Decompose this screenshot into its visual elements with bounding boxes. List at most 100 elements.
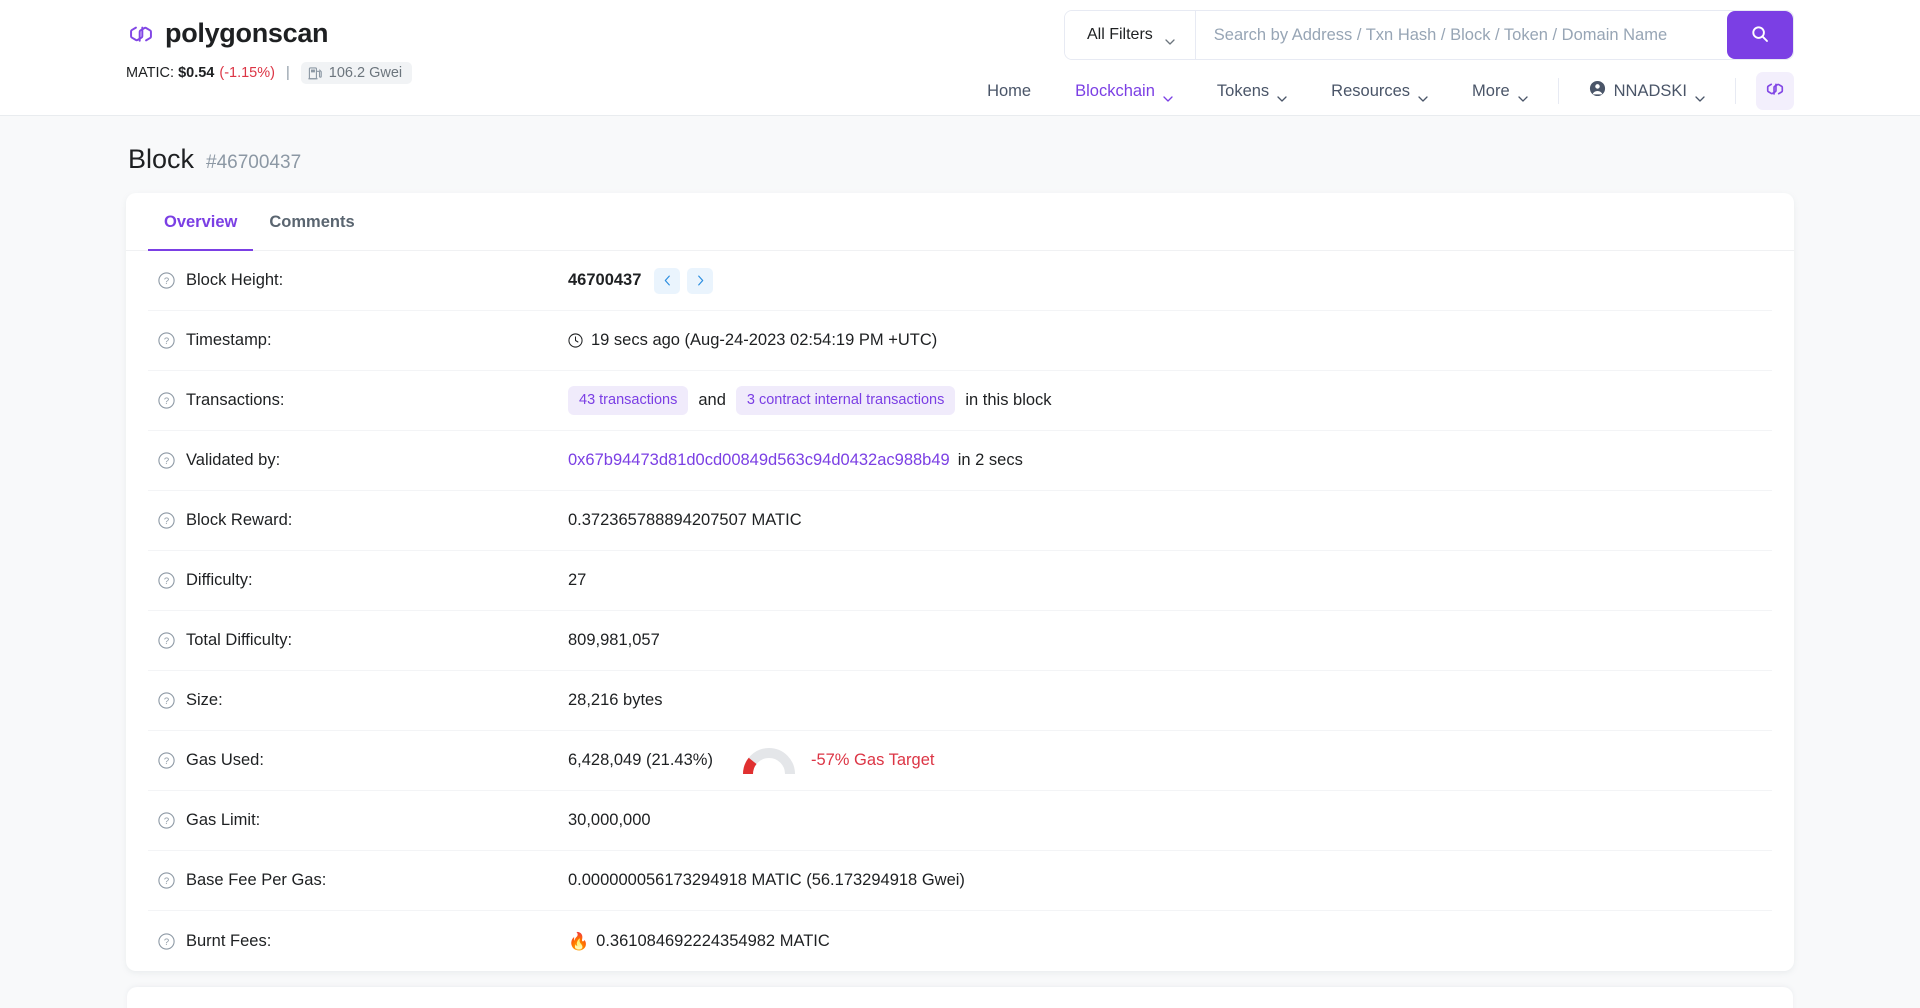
svg-text:?: ? <box>164 336 169 347</box>
row-label: ? Timestamp: <box>148 331 568 350</box>
row-label-text: Size: <box>186 691 223 710</box>
gauge-icon <box>743 746 795 776</box>
help-circle-icon[interactable]: ? <box>158 332 175 349</box>
row-total-difficulty: ? Total Difficulty: 809,981,057 <box>148 611 1772 671</box>
gas-price-value: 106.2 Gwei <box>329 65 402 81</box>
block-reward-value: 0.372365788894207507 MATIC <box>568 511 802 530</box>
nav-item-blockchain[interactable]: Blockchain <box>1053 82 1195 101</box>
base-fee-value: 0.000000056173294918 MATIC (56.173294918… <box>568 871 965 890</box>
svg-text:?: ? <box>164 456 169 467</box>
row-label-text: Timestamp: <box>186 331 272 350</box>
row-gas-limit: ? Gas Limit: 30,000,000 <box>148 791 1772 851</box>
svg-text:?: ? <box>164 516 169 527</box>
fuel-pump-icon <box>308 66 323 81</box>
polygon-logo-icon <box>126 19 156 49</box>
help-circle-icon[interactable]: ? <box>158 872 175 889</box>
nav-label-home: Home <box>987 82 1031 101</box>
svg-text:?: ? <box>164 396 169 407</box>
svg-text:?: ? <box>164 696 169 707</box>
row-label-text: Difficulty: <box>186 571 253 590</box>
page-heading: Block #46700437 <box>126 116 1794 193</box>
next-card-peek <box>127 987 1793 1008</box>
nav-item-more[interactable]: More <box>1450 82 1550 101</box>
tab-comments-label: Comments <box>269 213 354 231</box>
row-burnt-fees: ? Burnt Fees: 🔥 0.361084692224354982 MAT… <box>148 911 1772 971</box>
row-label-text: Block Height: <box>186 271 283 290</box>
search-bar: All Filters <box>1064 10 1794 60</box>
page-subtitle: #46700437 <box>206 152 301 174</box>
row-label: ? Total Difficulty: <box>148 631 568 650</box>
clock-icon <box>568 333 583 348</box>
account-menu[interactable]: NNADSKI <box>1567 80 1727 102</box>
svg-text:?: ? <box>164 937 169 948</box>
conjunction-text: and <box>698 391 726 410</box>
gas-price-chip[interactable]: 106.2 Gwei <box>301 62 412 84</box>
brand-link[interactable]: polygonscan <box>126 18 412 49</box>
nav-item-resources[interactable]: Resources <box>1309 82 1450 101</box>
help-circle-icon[interactable]: ? <box>158 752 175 769</box>
help-circle-icon[interactable]: ? <box>158 692 175 709</box>
burnt-fees-value: 0.361084692224354982 MATIC <box>596 932 830 951</box>
row-value: 30,000,000 <box>568 811 1772 830</box>
chevron-left-icon <box>664 275 671 286</box>
help-circle-icon[interactable]: ? <box>158 272 175 289</box>
help-circle-icon[interactable]: ? <box>158 572 175 589</box>
row-label-text: Gas Limit: <box>186 811 260 830</box>
nav-item-tokens[interactable]: Tokens <box>1195 82 1309 101</box>
help-circle-icon[interactable]: ? <box>158 933 175 950</box>
chevron-down-icon <box>1695 88 1705 94</box>
chevron-down-icon <box>1518 88 1528 94</box>
search-input[interactable] <box>1196 11 1727 59</box>
ticker-label: MATIC: <box>126 65 174 81</box>
brand-block: polygonscan MATIC: $0.54 (-1.15%) | <box>126 18 412 84</box>
all-filters-dropdown[interactable]: All Filters <box>1065 11 1196 59</box>
timestamp-value: 19 secs ago (Aug-24-2023 02:54:19 PM +UT… <box>591 331 937 350</box>
svg-text:?: ? <box>164 276 169 287</box>
network-switcher-button[interactable] <box>1756 72 1794 110</box>
row-difficulty: ? Difficulty: 27 <box>148 551 1772 611</box>
size-value: 28,216 bytes <box>568 691 663 710</box>
help-circle-icon[interactable]: ? <box>158 392 175 409</box>
svg-text:?: ? <box>164 636 169 647</box>
row-block-height: ? Block Height: 46700437 <box>148 251 1772 311</box>
row-value: 0.372365788894207507 MATIC <box>568 511 1772 530</box>
next-block-button[interactable] <box>687 268 713 294</box>
ticker-change: (-1.15%) <box>219 65 275 81</box>
row-label: ? Gas Limit: <box>148 811 568 830</box>
row-value: 27 <box>568 571 1772 590</box>
tab-bar: Overview Comments <box>126 193 1794 251</box>
row-label-text: Validated by: <box>186 451 280 470</box>
tab-overview[interactable]: Overview <box>148 193 253 251</box>
row-label: ? Block Height: <box>148 271 568 290</box>
nav-label-blockchain: Blockchain <box>1075 82 1155 101</box>
row-label: ? Validated by: <box>148 451 568 470</box>
svg-text:?: ? <box>164 816 169 827</box>
validation-duration: in 2 secs <box>958 451 1023 470</box>
help-circle-icon[interactable]: ? <box>158 512 175 529</box>
row-value: 0.000000056173294918 MATIC (56.173294918… <box>568 871 1772 890</box>
nav-label-more: More <box>1472 82 1510 101</box>
help-circle-icon[interactable]: ? <box>158 632 175 649</box>
row-label-text: Base Fee Per Gas: <box>186 871 326 890</box>
internal-transactions-badge[interactable]: 3 contract internal transactions <box>736 386 955 414</box>
validator-address-link[interactable]: 0x67b94473d81d0cd00849d563c94d0432ac988b… <box>568 451 950 470</box>
row-timestamp: ? Timestamp: 19 secs ago (Aug-24-2023 02… <box>148 311 1772 371</box>
help-circle-icon[interactable]: ? <box>158 452 175 469</box>
nav-item-home[interactable]: Home <box>965 82 1053 101</box>
chevron-down-icon <box>1165 32 1175 38</box>
row-label: ? Block Reward: <box>148 511 568 530</box>
chevron-right-icon <box>697 275 704 286</box>
row-value: 46700437 <box>568 268 1772 294</box>
search-button[interactable] <box>1727 11 1793 59</box>
row-value: 19 secs ago (Aug-24-2023 02:54:19 PM +UT… <box>568 331 1772 350</box>
row-label-text: Total Difficulty: <box>186 631 292 650</box>
account-label: NNADSKI <box>1614 82 1687 101</box>
previous-block-button[interactable] <box>654 268 680 294</box>
row-base-fee-per-gas: ? Base Fee Per Gas: 0.000000056173294918… <box>148 851 1772 911</box>
nav-label-resources: Resources <box>1331 82 1410 101</box>
tab-comments[interactable]: Comments <box>253 193 370 251</box>
main-navigation: Home Blockchain Tokens Resources <box>965 72 1794 110</box>
nav-divider <box>1735 78 1736 104</box>
transactions-count-badge[interactable]: 43 transactions <box>568 386 688 414</box>
help-circle-icon[interactable]: ? <box>158 812 175 829</box>
